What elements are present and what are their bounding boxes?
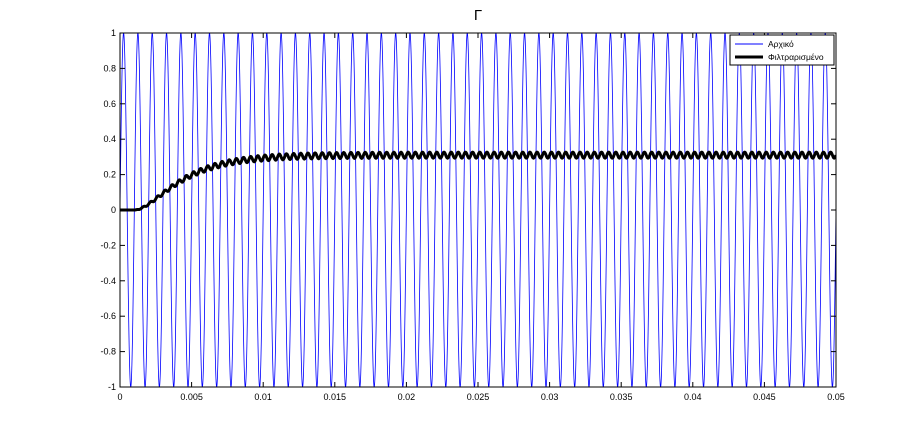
x-tick-label: 0.01: [254, 392, 272, 402]
x-tick-label: 0.045: [753, 392, 776, 402]
y-tick-label: 0.2: [103, 170, 116, 180]
x-tick-label: 0.02: [398, 392, 416, 402]
y-tick-label: -0.2: [100, 240, 116, 250]
y-tick-label: 0.8: [103, 63, 116, 73]
chart-title: Γ: [474, 7, 482, 24]
y-tick-label: -0.8: [100, 347, 116, 357]
y-tick-label: 0.4: [103, 134, 116, 144]
y-tick-label: 1: [111, 28, 116, 38]
x-tick-label: 0: [117, 392, 122, 402]
x-tick-label: 0.025: [467, 392, 490, 402]
y-tick-label: -0.4: [100, 276, 116, 286]
legend-label: Αρχικό: [768, 39, 794, 49]
y-tick-label: -1: [108, 382, 116, 392]
x-tick-label: 0.015: [324, 392, 347, 402]
y-tick-label: 0.6: [103, 99, 116, 109]
legend-label: Φιλτραρισμένο: [768, 52, 824, 62]
x-tick-label: 0.03: [541, 392, 559, 402]
chart-figure: 0 0.005 0.01 0.015 0.02 0.025 0.03 0.035 0.04 0.0…: [0, 0, 923, 436]
x-tick-label: 0.035: [610, 392, 633, 402]
y-tick-label: 0: [111, 205, 116, 215]
y-tick-label: -0.6: [100, 311, 116, 321]
legend: Αρχικό Φιλτραρισμένο: [729, 34, 835, 66]
x-tick-label: 0.04: [684, 392, 702, 402]
x-tick-label: 0.005: [180, 392, 203, 402]
x-tick-label: 0.05: [827, 392, 845, 402]
